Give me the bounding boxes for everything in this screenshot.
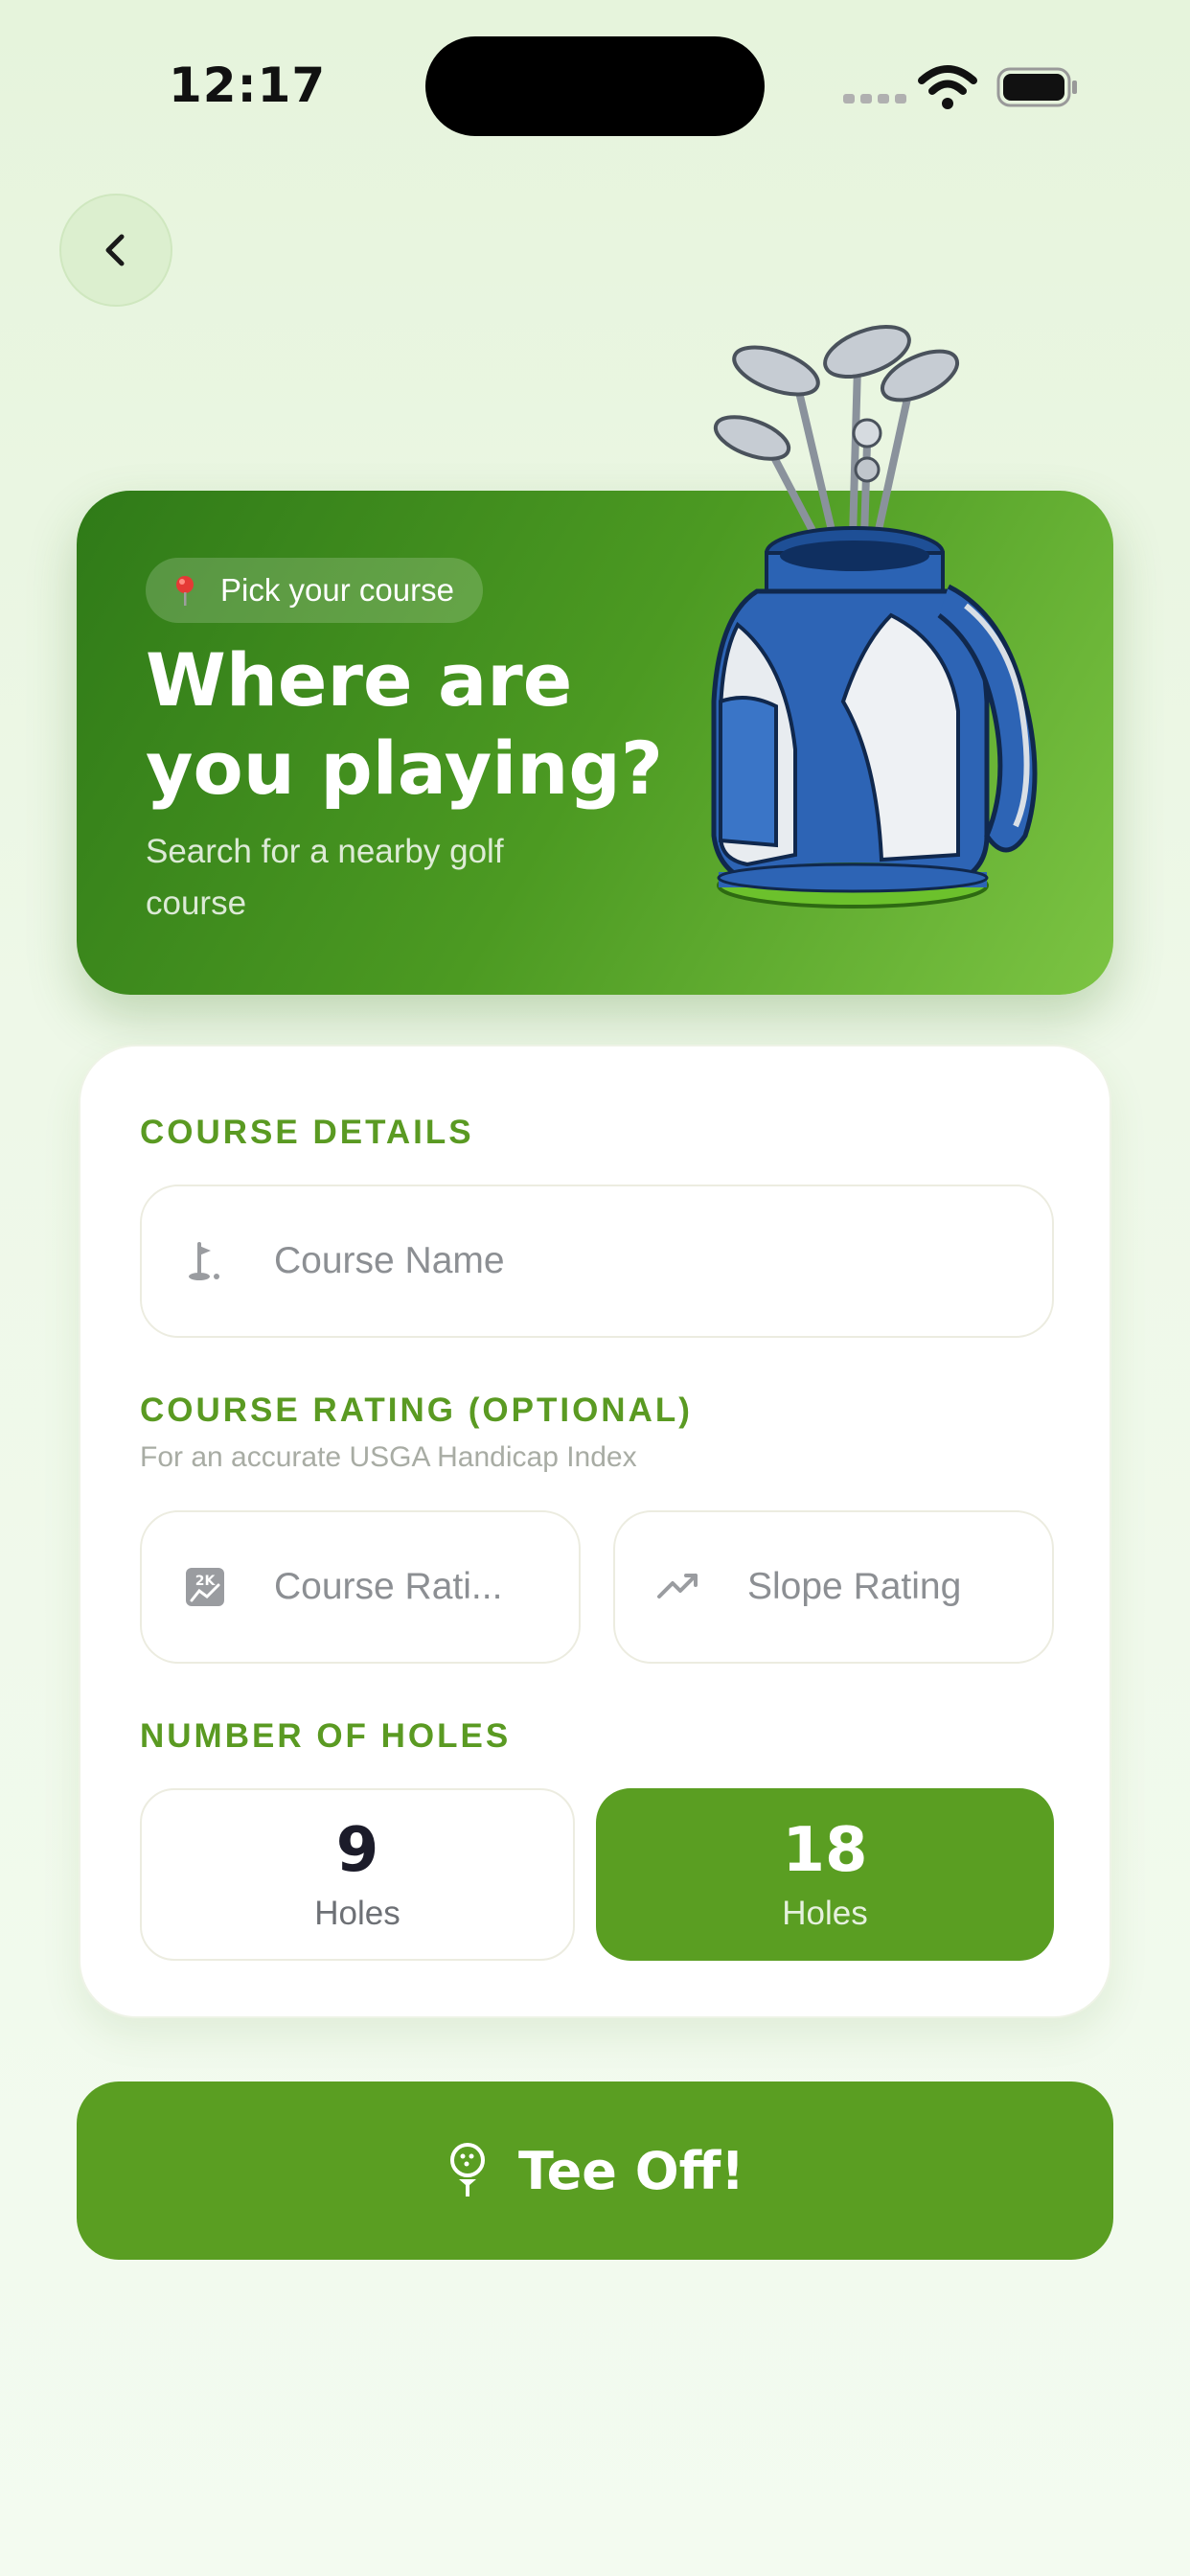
holes-9-option[interactable]: 9 Holes <box>140 1788 575 1961</box>
holes-9-number: 9 <box>335 1815 379 1886</box>
holes-18-label: Holes <box>782 1895 868 1932</box>
course-name-field[interactable]: Course Name <box>140 1184 1054 1338</box>
back-button[interactable] <box>59 194 172 307</box>
tee-off-label: Tee Off! <box>518 2140 744 2201</box>
dynamic-island <box>425 36 765 136</box>
holes-18-option[interactable]: 18 Holes <box>596 1788 1054 1961</box>
hero-subtitle: Search for a nearby golf course <box>146 833 504 922</box>
tee-off-button[interactable]: Tee Off! <box>77 2082 1113 2260</box>
svg-text:2K: 2K <box>195 1574 217 1589</box>
golf-ball-tee-icon <box>450 2143 485 2196</box>
golf-flag-icon <box>189 1242 219 1280</box>
hero-card: Pick your course Where are you playing? … <box>77 325 1113 995</box>
number-of-holes-label: NUMBER OF HOLES <box>140 1717 512 1755</box>
rating-chart-icon: 2K <box>186 1568 224 1606</box>
golf-bag-illustration <box>711 325 1038 908</box>
holes-9-label: Holes <box>314 1895 400 1932</box>
battery-icon <box>996 67 1077 107</box>
slope-rating-placeholder: Slope Rating <box>747 1566 962 1607</box>
pill-label: Pick your course <box>220 572 454 608</box>
slope-rating-field[interactable]: Slope Rating <box>613 1510 1054 1664</box>
cellular-signal-icon <box>843 94 906 104</box>
hero-title: Where are you playing? <box>146 637 663 811</box>
course-rating-label: COURSE RATING (OPTIONAL) <box>140 1392 693 1429</box>
course-details-label: COURSE DETAILS <box>140 1114 474 1151</box>
status-time: 12:17 <box>169 58 327 113</box>
holes-18-number: 18 <box>782 1815 868 1886</box>
course-rating-placeholder: Course Rati... <box>274 1566 503 1607</box>
course-form-card: COURSE DETAILS Course Name COURSE RATING… <box>79 1045 1111 2018</box>
pick-course-pill: Pick your course <box>146 558 483 623</box>
map-pin-icon <box>176 576 194 606</box>
status-bar: 12:17 <box>0 0 1190 172</box>
wifi-icon <box>918 65 977 109</box>
course-rating-field[interactable]: 2K Course Rati... <box>140 1510 581 1664</box>
course-rating-hint: For an accurate USGA Handicap Index <box>140 1441 637 1473</box>
chevron-left-icon <box>105 234 125 266</box>
trending-up-icon <box>657 1574 698 1598</box>
course-name-placeholder: Course Name <box>274 1240 505 1281</box>
